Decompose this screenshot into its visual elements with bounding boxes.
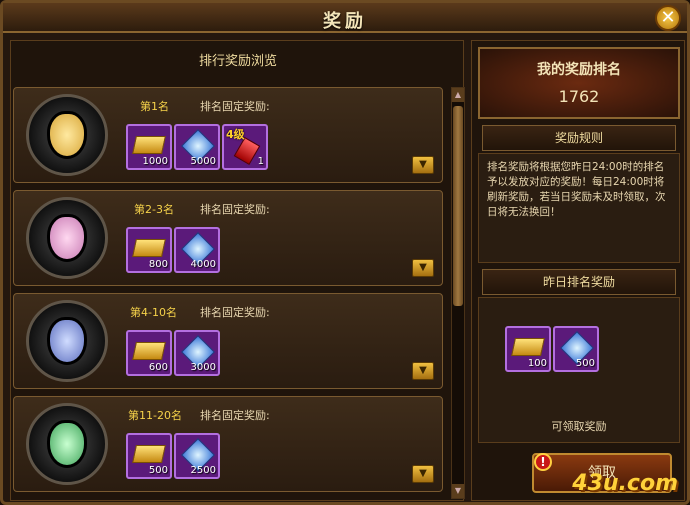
gold-reward-slot[interactable]: 600 bbox=[126, 330, 172, 376]
scroll-thumb[interactable] bbox=[453, 106, 463, 306]
reward-qty: 3000 bbox=[190, 362, 216, 373]
fixed-reward-label: 排名固定奖励: bbox=[200, 409, 270, 422]
reward-qty: 500 bbox=[575, 358, 595, 369]
list-scrollbar[interactable]: ▲ ▼ bbox=[451, 87, 465, 499]
fixed-reward-label: 排名固定奖励: bbox=[200, 100, 270, 113]
level-badge: 4级 bbox=[226, 128, 245, 141]
claimable-text: 可领取奖励 bbox=[551, 420, 607, 433]
gold-reward-slot[interactable]: 500 bbox=[126, 433, 172, 479]
gem-reward-slot[interactable]: 5000 bbox=[174, 124, 220, 170]
gem-reward-slot[interactable]: 3000 bbox=[174, 330, 220, 376]
gold-reward-slot[interactable]: 100 bbox=[505, 326, 551, 372]
gold-bar-icon bbox=[132, 136, 166, 154]
my-rank-value: 1762 bbox=[558, 87, 600, 106]
red-stone-reward-slot[interactable]: 4级 1 bbox=[222, 124, 268, 170]
gold-bar-icon bbox=[132, 239, 166, 257]
reward-qty: 600 bbox=[148, 362, 168, 373]
rules-header: 奖励规则 bbox=[482, 125, 676, 151]
fixed-reward-label: 排名固定奖励: bbox=[200, 306, 270, 319]
reward-row-rank-11-20: 第11-20名 排名固定奖励: 500 2500 ▼ bbox=[13, 396, 443, 492]
rules-text: 排名奖励将根据您昨日24:00时的排名予以发放对应的奖励！每日24:00时将刷新… bbox=[478, 153, 680, 263]
reward-qty: 500 bbox=[148, 465, 168, 476]
medal-icon bbox=[26, 94, 108, 176]
reward-qty: 2500 bbox=[190, 465, 216, 476]
reward-qty: 4000 bbox=[190, 259, 216, 270]
expand-button[interactable]: ▼ bbox=[412, 465, 434, 483]
reward-window: 奖励 ✕ 排行奖励浏览 第1名 排名固定奖励: 1000 5000 4级 1 ▼ … bbox=[0, 0, 690, 505]
ranking-reward-header: 排行奖励浏览 bbox=[198, 54, 277, 69]
gem-reward-slot[interactable]: 500 bbox=[553, 326, 599, 372]
rank-label: 第2-3名 bbox=[134, 203, 174, 216]
reward-row-rank-2-3: 第2-3名 排名固定奖励: 800 4000 ▼ bbox=[13, 190, 443, 286]
reward-row-rank-4-10: 第4-10名 排名固定奖励: 600 3000 ▼ bbox=[13, 293, 443, 389]
my-rank-title: 我的奖励排名 bbox=[537, 62, 621, 78]
reward-qty: 1 bbox=[257, 156, 264, 167]
gold-bar-icon bbox=[132, 342, 166, 360]
my-rank-box: 我的奖励排名 1762 bbox=[478, 47, 680, 119]
title-bar: 奖励 ✕ bbox=[3, 3, 687, 33]
expand-button[interactable]: ▼ bbox=[412, 259, 434, 277]
alert-icon: ! bbox=[534, 453, 552, 471]
my-reward-panel: 我的奖励排名 1762 奖励规则 排名奖励将根据您昨日24:00时的排名予以发放… bbox=[471, 40, 685, 501]
close-button[interactable]: ✕ bbox=[655, 5, 681, 31]
medal-icon bbox=[26, 403, 108, 485]
expand-button[interactable]: ▼ bbox=[412, 156, 434, 174]
reward-qty: 5000 bbox=[190, 156, 216, 167]
watermark-logo: 43u.com bbox=[572, 471, 678, 496]
gold-bar-icon bbox=[132, 445, 166, 463]
gem-reward-slot[interactable]: 2500 bbox=[174, 433, 220, 479]
medal-icon bbox=[26, 300, 108, 382]
yesterday-reward-box: 100 500 可领取奖励 bbox=[478, 297, 680, 443]
reward-qty: 800 bbox=[148, 259, 168, 270]
medal-icon bbox=[26, 197, 108, 279]
rank-label: 第11-20名 bbox=[128, 409, 182, 422]
reward-qty: 100 bbox=[527, 358, 547, 369]
gem-reward-slot[interactable]: 4000 bbox=[174, 227, 220, 273]
rank-label: 第4-10名 bbox=[130, 306, 177, 319]
gold-reward-slot[interactable]: 1000 bbox=[126, 124, 172, 170]
window-title: 奖励 bbox=[323, 11, 367, 32]
reward-qty: 1000 bbox=[142, 156, 168, 167]
gold-bar-icon bbox=[511, 338, 545, 356]
reward-row-rank-1: 第1名 排名固定奖励: 1000 5000 4级 1 ▼ bbox=[13, 87, 443, 183]
rank-label: 第1名 bbox=[140, 100, 169, 113]
gold-reward-slot[interactable]: 800 bbox=[126, 227, 172, 273]
ranking-reward-list: 第1名 排名固定奖励: 1000 5000 4级 1 ▼ 第2-3名 排名固定奖励… bbox=[13, 87, 445, 500]
ranking-reward-panel: 排行奖励浏览 第1名 排名固定奖励: 1000 5000 4级 1 ▼ 第2-3名… bbox=[10, 40, 465, 501]
yesterday-reward-header: 昨日排名奖励 bbox=[482, 269, 676, 295]
scroll-up-icon[interactable]: ▲ bbox=[452, 88, 464, 102]
scroll-down-icon[interactable]: ▼ bbox=[452, 484, 464, 498]
fixed-reward-label: 排名固定奖励: bbox=[200, 203, 270, 216]
expand-button[interactable]: ▼ bbox=[412, 362, 434, 380]
